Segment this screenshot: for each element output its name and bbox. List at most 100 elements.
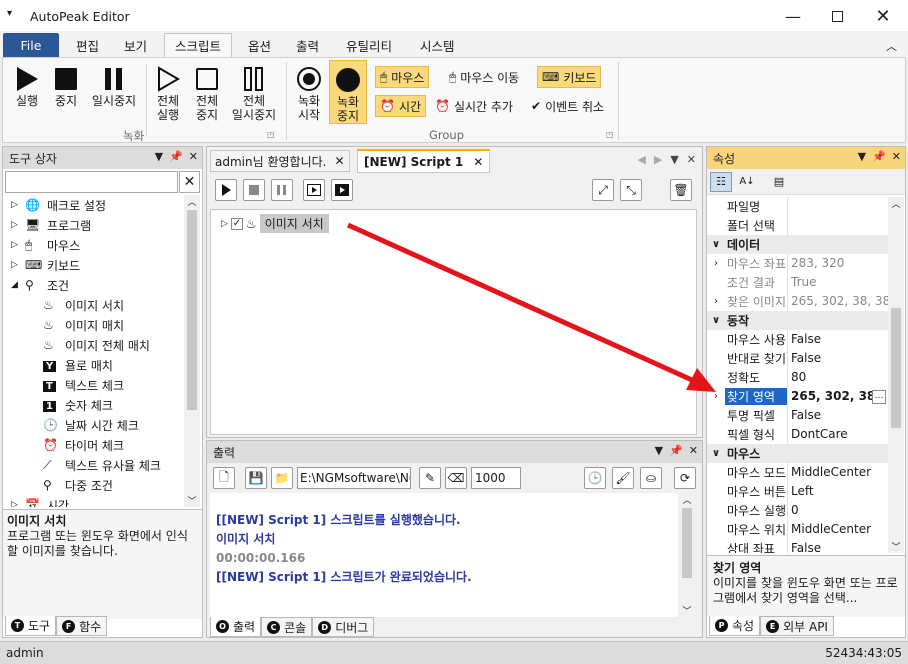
step-run-button[interactable]: [303, 179, 325, 201]
property-value[interactable]: False: [787, 349, 888, 368]
property-value[interactable]: DontCare: [787, 425, 888, 444]
property-row[interactable]: 폴더 선택: [707, 216, 888, 235]
tree-item[interactable]: 1 숫자 체크: [3, 395, 183, 415]
maximize-button[interactable]: [814, 0, 860, 32]
tree-item[interactable]: ♨ 이미지 서치: [3, 295, 183, 315]
pin-icon[interactable]: 📌: [169, 150, 183, 163]
clear-search-button[interactable]: ✕: [179, 171, 200, 193]
quick-access-menu-icon[interactable]: ▾: [7, 8, 12, 19]
expand-all-icon[interactable]: ⤢: [592, 179, 614, 201]
realtime-add-toggle[interactable]: ⏰ 실시간 추가: [431, 95, 517, 117]
brush-icon[interactable]: 🖌: [612, 467, 634, 489]
pin-icon[interactable]: 📌: [669, 444, 683, 457]
property-value[interactable]: False: [787, 539, 888, 553]
max-lines-input[interactable]: 1000: [471, 467, 521, 489]
record-start-button[interactable]: 녹화 시작: [290, 64, 328, 122]
dialog-launcher-icon[interactable]: ◳: [606, 130, 614, 139]
property-row[interactable]: 마우스 위치 MiddleCenter: [707, 520, 888, 539]
collapse-icon[interactable]: ∨: [707, 448, 725, 459]
stop-script-button[interactable]: [243, 179, 265, 201]
tree-item[interactable]: 🕒 날짜 시간 체크: [3, 415, 183, 435]
pin-icon[interactable]: 📌: [872, 150, 886, 163]
property-row[interactable]: 정확도 80: [707, 368, 888, 387]
tab-debug[interactable]: D 디버그: [312, 617, 375, 637]
paint-bucket-icon[interactable]: ⛀: [640, 467, 662, 489]
property-row[interactable]: 픽셀 형식 DontCare: [707, 425, 888, 444]
tab-functions[interactable]: F 함수: [56, 616, 108, 636]
scroll-right-icon[interactable]: ▶: [654, 153, 662, 166]
tree-item[interactable]: ⚲ 다중 조건: [3, 475, 183, 495]
tab-script[interactable]: 스크립트: [164, 33, 233, 57]
expand-icon[interactable]: ›: [707, 391, 725, 402]
stop-all-button[interactable]: 전체 중지: [188, 64, 226, 122]
toolbox-search-input[interactable]: [5, 171, 178, 193]
mouse-move-toggle[interactable]: 🖱 마우스 이동: [445, 66, 523, 88]
property-value[interactable]: [787, 197, 888, 216]
keyboard-toggle[interactable]: ⌨ 키보드: [537, 66, 602, 88]
close-icon[interactable]: ✕: [189, 150, 198, 163]
property-value[interactable]: False: [787, 330, 888, 349]
tab-options[interactable]: 옵션: [238, 33, 281, 57]
tab-edit[interactable]: 편집: [66, 33, 109, 57]
property-row[interactable]: 마우스 버튼 Left: [707, 482, 888, 501]
tab-view[interactable]: 보기: [114, 33, 157, 57]
dropdown-icon[interactable]: ▼: [670, 153, 678, 166]
open-folder-icon[interactable]: 📁: [271, 467, 293, 489]
tab-file[interactable]: File: [3, 33, 59, 57]
tab-system[interactable]: 시스템: [410, 33, 465, 57]
minimize-button[interactable]: —: [770, 0, 816, 32]
tree-item[interactable]: ♨ 이미지 매치: [3, 315, 183, 335]
mouse-toggle[interactable]: 🖱 마우스: [375, 66, 430, 88]
tree-item[interactable]: ▷ 📅 시간: [3, 495, 183, 507]
run-from-here-button[interactable]: [331, 179, 353, 201]
close-icon[interactable]: ✕: [334, 154, 344, 168]
property-value[interactable]: 283, 320: [787, 254, 888, 273]
property-scrollbar[interactable]: ︿ ﹀: [888, 197, 904, 553]
script-node[interactable]: ▷ ✓ ♨ 이미지 서치: [221, 214, 329, 233]
expand-icon[interactable]: ›: [707, 258, 725, 269]
collapse-all-icon[interactable]: ⤡: [620, 179, 642, 201]
property-value[interactable]: 80: [787, 368, 888, 387]
clean-icon[interactable]: ✎: [419, 467, 441, 489]
ellipsis-button[interactable]: …: [872, 389, 886, 404]
close-icon[interactable]: ✕: [892, 150, 901, 163]
run-all-button[interactable]: 전체 실행: [149, 64, 187, 122]
tree-item[interactable]: ⟋ 텍스트 유사율 체크: [3, 455, 183, 475]
editor-tab-script[interactable]: [NEW] Script 1 ✕: [357, 149, 491, 173]
tab-console[interactable]: C 콘솔: [261, 617, 313, 637]
collapse-icon[interactable]: ∨: [707, 239, 725, 250]
property-value[interactable]: MiddleCenter: [787, 520, 888, 539]
property-row[interactable]: 상대 좌표 False: [707, 539, 888, 553]
run-button[interactable]: 실행: [9, 64, 45, 108]
property-value[interactable]: [787, 216, 888, 235]
event-cancel-toggle[interactable]: ✔ 이벤트 취소: [527, 95, 608, 117]
property-value[interactable]: MiddleCenter: [787, 463, 888, 482]
eraser-icon[interactable]: ⌫: [445, 467, 467, 489]
tab-output[interactable]: 출력: [286, 33, 329, 57]
collapse-icon[interactable]: ∨: [707, 315, 725, 326]
log-path-input[interactable]: E:\NGMsoftware\NG: [297, 467, 411, 489]
tree-item[interactable]: ▷ 🖥 프로그램: [3, 215, 183, 235]
property-value[interactable]: True: [787, 273, 888, 292]
tab-tools[interactable]: T 도구: [5, 616, 57, 636]
property-row[interactable]: 파일명: [707, 197, 888, 216]
property-row[interactable]: 반대로 찾기 False: [707, 349, 888, 368]
tab-external-api[interactable]: E 외부 API: [760, 616, 834, 636]
property-row[interactable]: 마우스 실행 0: [707, 501, 888, 520]
tab-properties[interactable]: P 속성: [709, 616, 761, 636]
tree-item[interactable]: ⏰ 타이머 체크: [3, 435, 183, 455]
sort-alpha-icon[interactable]: A↓: [736, 172, 758, 192]
refresh-icon[interactable]: ⟳: [674, 467, 696, 489]
toolbox-scrollbar[interactable]: ︿ ﹀: [184, 195, 200, 507]
tree-item[interactable]: ▷ 🌐 매크로 설정: [3, 195, 183, 215]
dropdown-icon[interactable]: ▼: [655, 444, 663, 457]
time-toggle[interactable]: ⏰ 시간: [375, 95, 427, 117]
stop-button[interactable]: 중지: [48, 64, 84, 108]
close-button[interactable]: ✕: [860, 0, 906, 32]
tree-item[interactable]: ▷ ⌨ 키보드: [3, 255, 183, 275]
property-category[interactable]: ∨ 동작: [707, 311, 888, 330]
property-value[interactable]: Left: [787, 482, 888, 501]
property-pages-icon[interactable]: ▤: [768, 172, 790, 192]
collapse-ribbon-icon[interactable]: ︿: [886, 38, 897, 54]
pause-all-button[interactable]: 전체 일시중지: [227, 64, 281, 122]
